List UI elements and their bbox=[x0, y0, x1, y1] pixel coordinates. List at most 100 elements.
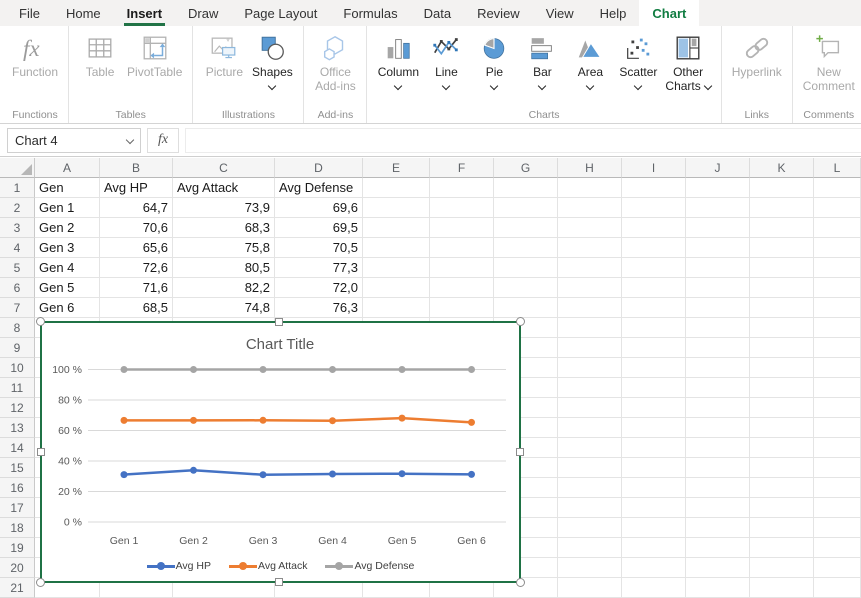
cell-F6[interactable] bbox=[430, 278, 494, 298]
cell-H6[interactable] bbox=[558, 278, 622, 298]
cell-E4[interactable] bbox=[363, 238, 430, 258]
cell-I16[interactable] bbox=[622, 478, 686, 498]
cell-J15[interactable] bbox=[686, 458, 750, 478]
cell-L4[interactable] bbox=[814, 238, 861, 258]
tab-page-layout[interactable]: Page Layout bbox=[231, 0, 330, 26]
cell-L15[interactable] bbox=[814, 458, 861, 478]
resize-handle-top-right[interactable] bbox=[516, 317, 525, 326]
cell-E3[interactable] bbox=[363, 218, 430, 238]
cell-F1[interactable] bbox=[430, 178, 494, 198]
resize-handle-bottom-left[interactable] bbox=[36, 578, 45, 587]
cell-K9[interactable] bbox=[750, 338, 814, 358]
cell-J1[interactable] bbox=[686, 178, 750, 198]
column-header-i[interactable]: I bbox=[622, 158, 686, 178]
cell-D7[interactable]: 76,3 bbox=[275, 298, 363, 318]
cell-I9[interactable] bbox=[622, 338, 686, 358]
column-header-j[interactable]: J bbox=[686, 158, 750, 178]
cell-A1[interactable]: Gen bbox=[35, 178, 100, 198]
cell-F7[interactable] bbox=[430, 298, 494, 318]
cell-D3[interactable]: 69,5 bbox=[275, 218, 363, 238]
cell-C4[interactable]: 75,8 bbox=[173, 238, 275, 258]
cell-H19[interactable] bbox=[558, 538, 622, 558]
cell-E5[interactable] bbox=[363, 258, 430, 278]
row-header-3[interactable]: 3 bbox=[0, 218, 35, 238]
cell-K21[interactable] bbox=[750, 578, 814, 598]
row-header-1[interactable]: 1 bbox=[0, 178, 35, 198]
tab-help[interactable]: Help bbox=[587, 0, 640, 26]
cell-A5[interactable]: Gen 4 bbox=[35, 258, 100, 278]
cell-J18[interactable] bbox=[686, 518, 750, 538]
cell-H3[interactable] bbox=[558, 218, 622, 238]
chart[interactable]: Chart Title0 %20 %40 %60 %80 %100 %Gen 1… bbox=[40, 321, 521, 583]
row-header-18[interactable]: 18 bbox=[0, 518, 35, 538]
cell-K18[interactable] bbox=[750, 518, 814, 538]
cell-L10[interactable] bbox=[814, 358, 861, 378]
row-header-9[interactable]: 9 bbox=[0, 338, 35, 358]
cell-C6[interactable]: 82,2 bbox=[173, 278, 275, 298]
cell-C7[interactable]: 74,8 bbox=[173, 298, 275, 318]
cell-K5[interactable] bbox=[750, 258, 814, 278]
cell-I3[interactable] bbox=[622, 218, 686, 238]
cell-H15[interactable] bbox=[558, 458, 622, 478]
cell-J11[interactable] bbox=[686, 378, 750, 398]
cell-G1[interactable] bbox=[494, 178, 558, 198]
column-header-e[interactable]: E bbox=[363, 158, 430, 178]
cell-A2[interactable]: Gen 1 bbox=[35, 198, 100, 218]
cell-H20[interactable] bbox=[558, 558, 622, 578]
cell-I2[interactable] bbox=[622, 198, 686, 218]
cell-C3[interactable]: 68,3 bbox=[173, 218, 275, 238]
cell-K11[interactable] bbox=[750, 378, 814, 398]
cell-I5[interactable] bbox=[622, 258, 686, 278]
line-button[interactable]: Line bbox=[422, 29, 470, 90]
cell-B6[interactable]: 71,6 bbox=[100, 278, 173, 298]
resize-handle-bottom-right[interactable] bbox=[516, 578, 525, 587]
cell-L8[interactable] bbox=[814, 318, 861, 338]
formula-input[interactable] bbox=[185, 128, 861, 153]
cell-G7[interactable] bbox=[494, 298, 558, 318]
cell-E2[interactable] bbox=[363, 198, 430, 218]
cell-G2[interactable] bbox=[494, 198, 558, 218]
cell-B2[interactable]: 64,7 bbox=[100, 198, 173, 218]
cell-I1[interactable] bbox=[622, 178, 686, 198]
cell-H21[interactable] bbox=[558, 578, 622, 598]
cell-C2[interactable]: 73,9 bbox=[173, 198, 275, 218]
cell-I17[interactable] bbox=[622, 498, 686, 518]
cell-K12[interactable] bbox=[750, 398, 814, 418]
row-header-10[interactable]: 10 bbox=[0, 358, 35, 378]
name-box[interactable]: Chart 4 bbox=[7, 128, 141, 153]
cell-D6[interactable]: 72,0 bbox=[275, 278, 363, 298]
cell-H5[interactable] bbox=[558, 258, 622, 278]
column-header-a[interactable]: A bbox=[35, 158, 100, 178]
cell-L20[interactable] bbox=[814, 558, 861, 578]
row-header-15[interactable]: 15 bbox=[0, 458, 35, 478]
cell-K17[interactable] bbox=[750, 498, 814, 518]
column-header-c[interactable]: C bbox=[173, 158, 275, 178]
cell-L7[interactable] bbox=[814, 298, 861, 318]
cell-L21[interactable] bbox=[814, 578, 861, 598]
row-header-2[interactable]: 2 bbox=[0, 198, 35, 218]
tab-file[interactable]: File bbox=[6, 0, 53, 26]
cell-I6[interactable] bbox=[622, 278, 686, 298]
cell-L3[interactable] bbox=[814, 218, 861, 238]
cell-J3[interactable] bbox=[686, 218, 750, 238]
area-button[interactable]: Area bbox=[566, 29, 614, 90]
column-header-l[interactable]: L bbox=[814, 158, 861, 178]
cell-I10[interactable] bbox=[622, 358, 686, 378]
cell-J21[interactable] bbox=[686, 578, 750, 598]
cell-K6[interactable] bbox=[750, 278, 814, 298]
cell-I11[interactable] bbox=[622, 378, 686, 398]
row-header-14[interactable]: 14 bbox=[0, 438, 35, 458]
cell-H16[interactable] bbox=[558, 478, 622, 498]
scatter-button[interactable]: Scatter bbox=[614, 29, 662, 90]
cell-L12[interactable] bbox=[814, 398, 861, 418]
cell-D5[interactable]: 77,3 bbox=[275, 258, 363, 278]
cell-K13[interactable] bbox=[750, 418, 814, 438]
other-charts-button[interactable]: OtherCharts bbox=[662, 29, 713, 93]
cell-I13[interactable] bbox=[622, 418, 686, 438]
column-header-d[interactable]: D bbox=[275, 158, 363, 178]
cell-L6[interactable] bbox=[814, 278, 861, 298]
cell-F5[interactable] bbox=[430, 258, 494, 278]
cell-H11[interactable] bbox=[558, 378, 622, 398]
cell-F2[interactable] bbox=[430, 198, 494, 218]
cell-H18[interactable] bbox=[558, 518, 622, 538]
